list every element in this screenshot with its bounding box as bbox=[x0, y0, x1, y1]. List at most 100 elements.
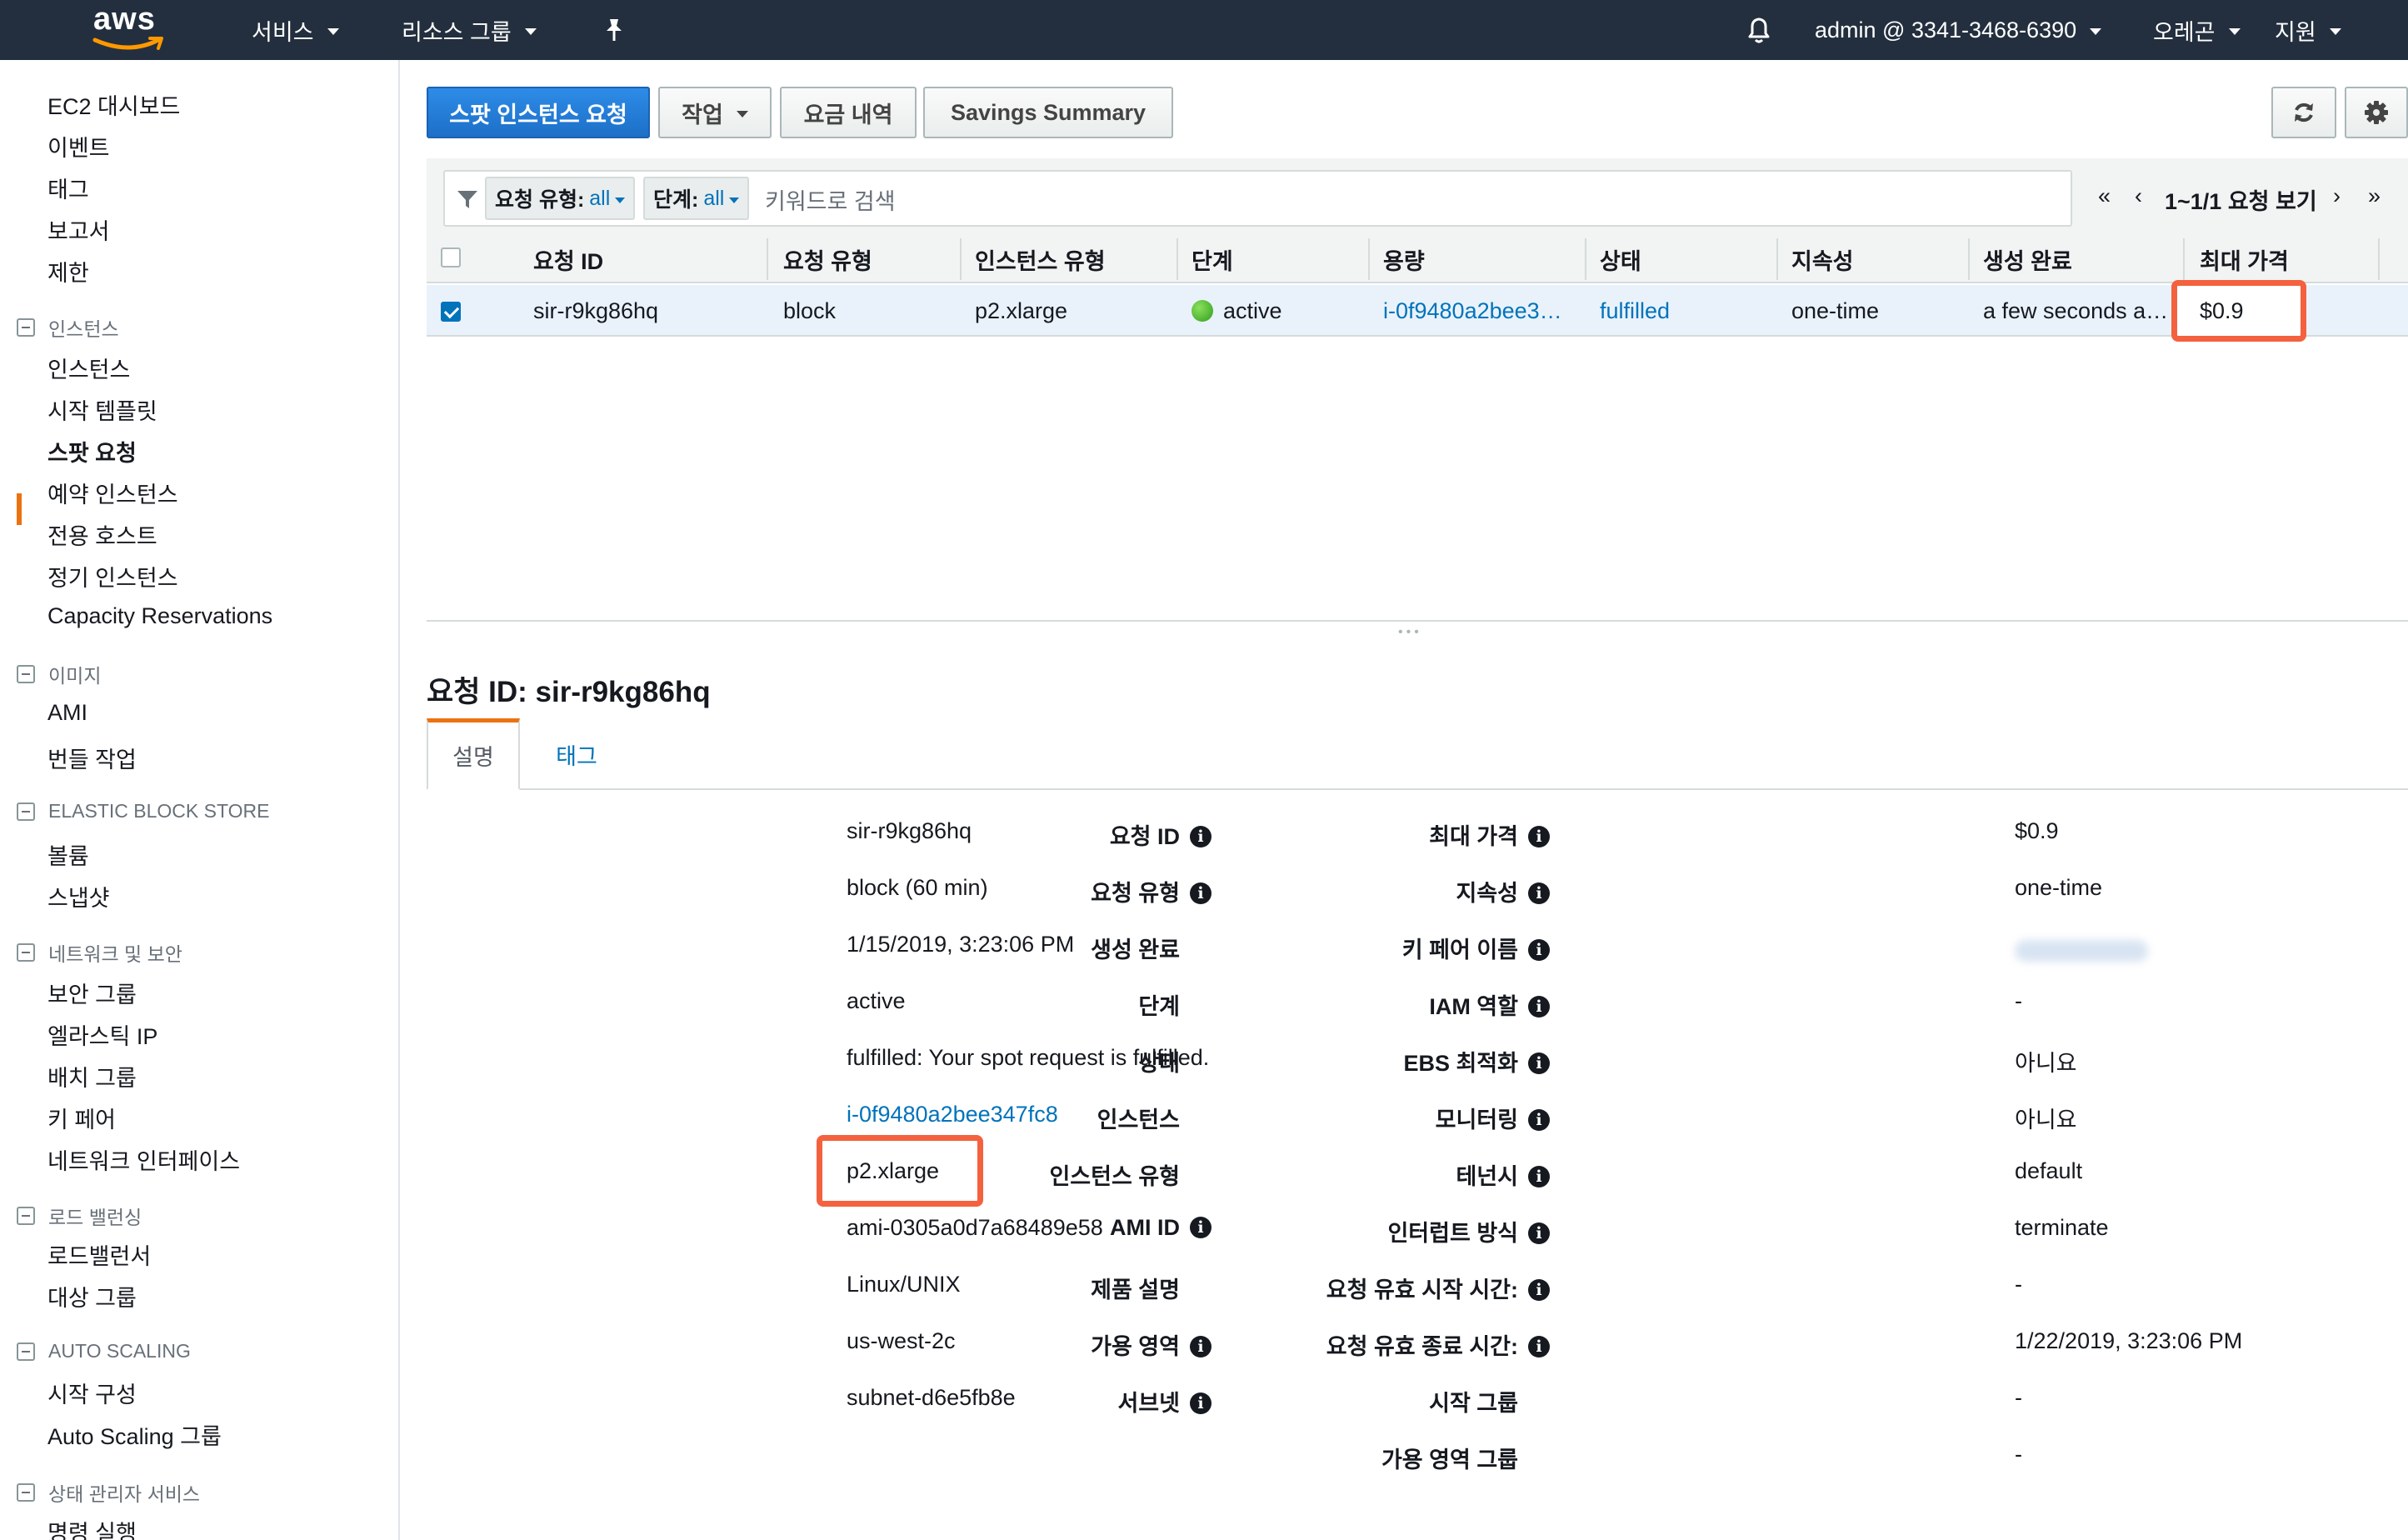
column-header-instance-type[interactable]: 인스턴스 유형 bbox=[975, 243, 1106, 276]
sidebar-item-network-interfaces[interactable]: 네트워크 인터페이스 bbox=[47, 1143, 240, 1176]
sidebar-section-network-security[interactable]: 네트워크 및 보안 bbox=[17, 938, 182, 967]
tab-description[interactable]: 설명 bbox=[427, 718, 520, 790]
info-icon[interactable]: i bbox=[1528, 1222, 1550, 1244]
sidebar-item-bundle-tasks[interactable]: 번들 작업 bbox=[47, 742, 137, 774]
pricing-history-button[interactable]: 요금 내역 bbox=[780, 87, 917, 138]
search-placeholder: 키워드로 검색 bbox=[765, 189, 896, 214]
double-chevron-right-icon[interactable]: » bbox=[2368, 183, 2381, 209]
info-icon[interactable]: i bbox=[1190, 1392, 1211, 1414]
account-menu[interactable]: admin @ 3341-3468-6390 bbox=[1815, 0, 2102, 60]
sidebar-item-reserved-instances[interactable]: 예약 인스턴스 bbox=[47, 477, 178, 509]
tab-bar-line bbox=[427, 788, 2408, 790]
section-title: ELASTIC BLOCK STORE bbox=[48, 800, 270, 822]
info-icon[interactable]: i bbox=[1190, 825, 1211, 848]
info-icon[interactable]: i bbox=[1528, 995, 1550, 1018]
sidebar-item-limits[interactable]: 제한 bbox=[47, 255, 89, 288]
sidebar-item-security-groups[interactable]: 보안 그룹 bbox=[47, 977, 137, 1009]
column-header-created[interactable]: 생성 완료 bbox=[1983, 243, 2072, 276]
column-header-persistence[interactable]: 지속성 bbox=[1791, 243, 1854, 276]
section-title: 상태 관리자 서비스 bbox=[48, 1483, 201, 1505]
sidebar-item-ami[interactable]: AMI bbox=[47, 700, 87, 726]
resource-groups-menu[interactable]: 리소스 그룹 bbox=[402, 0, 537, 60]
info-icon[interactable]: i bbox=[1528, 1278, 1550, 1301]
request-spot-instances-button[interactable]: 스팟 인스턴스 요청 bbox=[427, 87, 650, 138]
region-menu[interactable]: 오레곤 bbox=[2153, 0, 2241, 60]
sidebar-item-spot-requests[interactable]: 스팟 요청 bbox=[47, 435, 137, 468]
sidebar-section-load-balancing[interactable]: 로드 밸런싱 bbox=[17, 1202, 142, 1230]
info-icon[interactable]: i bbox=[1190, 1335, 1211, 1358]
info-icon[interactable]: i bbox=[1528, 1165, 1550, 1188]
pane-divider[interactable] bbox=[427, 620, 2408, 622]
filter-chip-state[interactable]: 단계: all bbox=[643, 177, 750, 220]
sidebar-section-images[interactable]: 이미지 bbox=[17, 660, 101, 688]
sidebar-item-capacity-reservations[interactable]: Capacity Reservations bbox=[47, 603, 272, 629]
sidebar-item-launch-configurations[interactable]: 시작 구성 bbox=[47, 1377, 137, 1409]
label-subnet: 서브넷 i bbox=[1117, 1385, 1211, 1418]
section-title: AUTO SCALING bbox=[48, 1340, 191, 1362]
pin-icon[interactable] bbox=[603, 0, 625, 60]
value-availability-zone: us-west-2c bbox=[847, 1328, 956, 1353]
gear-icon[interactable] bbox=[2345, 87, 2408, 138]
cell-status-link[interactable]: fulfilled bbox=[1600, 298, 1670, 324]
column-header-status[interactable]: 상태 bbox=[1600, 243, 1641, 276]
support-menu[interactable]: 지원 bbox=[2275, 0, 2341, 60]
tab-tags[interactable]: 태그 bbox=[552, 718, 602, 790]
cell-capacity-link[interactable]: i-0f9480a2bee3… bbox=[1383, 298, 1562, 324]
value-instance-link[interactable]: i-0f9480a2bee347fc8 bbox=[847, 1102, 1058, 1128]
info-icon[interactable]: i bbox=[1190, 1216, 1211, 1238]
sidebar-item-target-groups[interactable]: 대상 그룹 bbox=[47, 1280, 137, 1312]
cell-max-price: $0.9 bbox=[2200, 298, 2244, 323]
sidebar-item-placement-groups[interactable]: 배치 그룹 bbox=[47, 1060, 137, 1092]
sidebar-item-reports[interactable]: 보고서 bbox=[47, 213, 110, 246]
label-created: 생성 완료 bbox=[1091, 938, 1180, 962]
info-icon[interactable]: i bbox=[1528, 825, 1550, 848]
sidebar-section-state-manager[interactable]: 상태 관리자 서비스 bbox=[17, 1478, 200, 1507]
info-icon[interactable]: i bbox=[1528, 1052, 1550, 1074]
main-content: 스팟 인스턴스 요청 작업 요금 내역 Savings Summary 요청 유… bbox=[402, 60, 2408, 1540]
sidebar-item-tags[interactable]: 태그 bbox=[47, 172, 89, 204]
sidebar-item-key-pairs[interactable]: 키 페어 bbox=[47, 1102, 116, 1134]
info-icon[interactable]: i bbox=[1528, 938, 1550, 961]
sidebar-item-snapshots[interactable]: 스냅샷 bbox=[47, 880, 110, 912]
services-menu[interactable]: 서비스 bbox=[252, 0, 339, 60]
aws-logo[interactable]: aws bbox=[90, 2, 170, 53]
column-header-request-id[interactable]: 요청 ID bbox=[533, 243, 603, 276]
cell-persistence: one-time bbox=[1791, 298, 1880, 323]
info-icon[interactable]: i bbox=[1528, 1335, 1550, 1358]
column-header-request-type[interactable]: 요청 유형 bbox=[783, 243, 872, 276]
chevron-right-icon[interactable]: › bbox=[2333, 183, 2341, 209]
top-navigation-bar: aws 서비스 리소스 그룹 admin @ 3341-3468-6390 오레… bbox=[0, 0, 2408, 60]
sidebar-section-auto-scaling[interactable]: AUTO SCALING bbox=[17, 1340, 191, 1362]
label-ebs-optimized: EBS 최적화 i bbox=[1403, 1045, 1550, 1078]
sidebar-item-elastic-ips[interactable]: 엘라스틱 IP bbox=[47, 1018, 157, 1051]
column-header-capacity[interactable]: 용량 bbox=[1383, 243, 1425, 276]
bell-icon[interactable] bbox=[1745, 0, 1773, 60]
row-checkbox[interactable] bbox=[441, 302, 461, 322]
filter-chip-request-type[interactable]: 요청 유형: all bbox=[485, 177, 636, 220]
sidebar-section-instances[interactable]: 인스턴스 bbox=[17, 313, 119, 342]
sidebar-item-scheduled-instances[interactable]: 정기 인스턴스 bbox=[47, 560, 178, 592]
sidebar-item-auto-scaling-groups[interactable]: Auto Scaling 그룹 bbox=[47, 1418, 222, 1451]
sidebar-item-run-command[interactable]: 명령 실행 bbox=[47, 1515, 137, 1540]
sidebar-item-load-balancers[interactable]: 로드밸런서 bbox=[47, 1238, 151, 1271]
column-header-max-price[interactable]: 최대 가격 bbox=[2200, 243, 2289, 276]
sidebar-item-events[interactable]: 이벤트 bbox=[47, 130, 110, 162]
actions-button[interactable]: 작업 bbox=[658, 87, 772, 138]
info-icon[interactable]: i bbox=[1528, 1108, 1550, 1131]
label-monitoring: 모니터링 i bbox=[1436, 1102, 1550, 1134]
resize-handle[interactable]: ••• bbox=[1398, 625, 1422, 640]
double-chevron-left-icon[interactable]: « bbox=[2098, 183, 2111, 209]
chevron-left-icon[interactable]: ‹ bbox=[2135, 183, 2142, 209]
sidebar-item-dedicated-hosts[interactable]: 전용 호스트 bbox=[47, 518, 157, 551]
refresh-icon[interactable] bbox=[2271, 87, 2336, 138]
info-icon[interactable]: i bbox=[1528, 882, 1550, 904]
sidebar-section-ebs[interactable]: ELASTIC BLOCK STORE bbox=[17, 800, 269, 822]
sidebar-item-launch-templates[interactable]: 시작 템플릿 bbox=[47, 393, 157, 426]
info-icon[interactable]: i bbox=[1190, 882, 1211, 904]
sidebar-item-ec2-dashboard[interactable]: EC2 대시보드 bbox=[47, 88, 180, 121]
select-all-checkbox[interactable] bbox=[441, 248, 461, 268]
sidebar-item-instances[interactable]: 인스턴스 bbox=[47, 352, 130, 384]
column-header-state[interactable]: 단계 bbox=[1192, 243, 1233, 276]
sidebar-item-volumes[interactable]: 볼륨 bbox=[47, 838, 89, 871]
savings-summary-button[interactable]: Savings Summary bbox=[923, 87, 1173, 138]
